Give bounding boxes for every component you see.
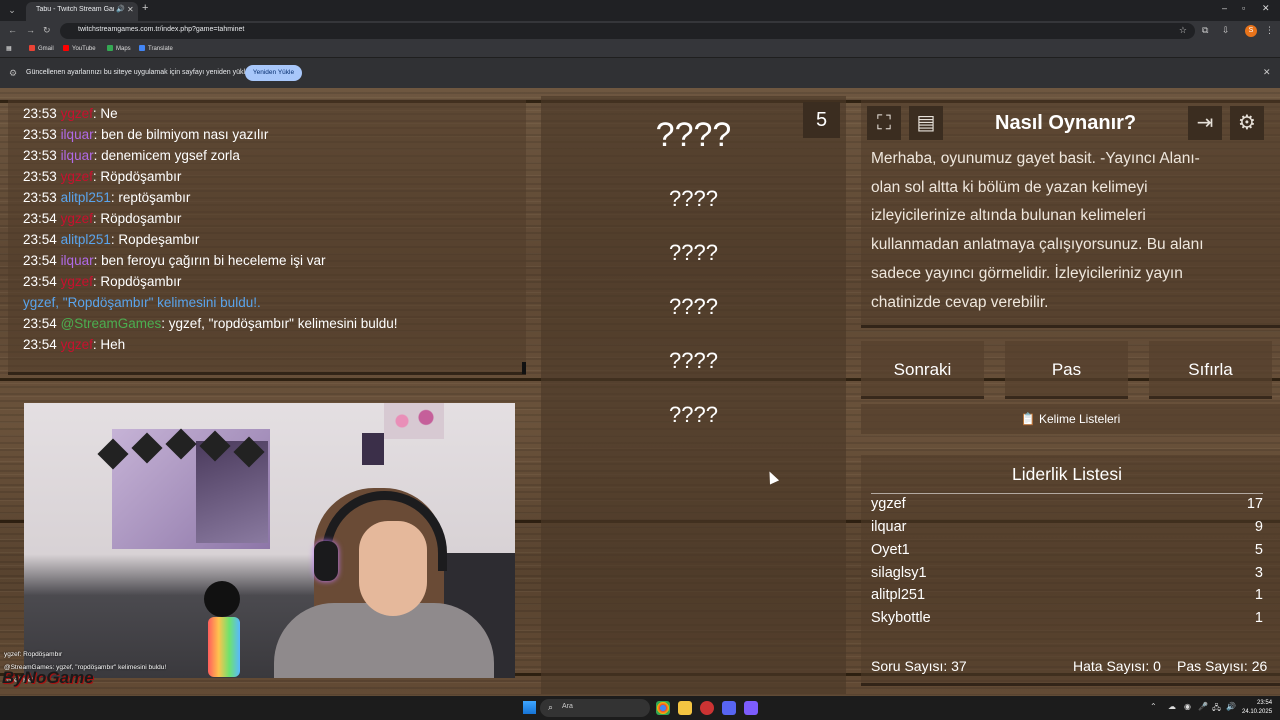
extensions-icon[interactable]: ⧉: [1202, 25, 1208, 36]
new-tab-icon[interactable]: +: [142, 2, 148, 14]
forbidden-word: ????: [669, 402, 718, 427]
menu-icon[interactable]: ⋮: [1265, 25, 1274, 36]
forbidden-word: ????: [669, 186, 718, 211]
chat-message: 23:53 ilquar: ben de bilmiyom nası yazıl…: [23, 127, 269, 142]
windows-start-icon[interactable]: [523, 701, 536, 714]
maximize-icon[interactable]: ▫: [1242, 3, 1245, 13]
watermark-logo: ByNoGame: [2, 668, 94, 687]
app-icon[interactable]: [700, 701, 714, 715]
chat-message: 23:53 ilquar: denemicem ygsef zorla: [23, 148, 240, 163]
headset-earcup: [314, 541, 338, 581]
profile-avatar[interactable]: S: [1245, 25, 1257, 37]
reload-icon[interactable]: ↻: [43, 25, 51, 36]
chat-word-found-notice: ygzef, "Ropdöşambır" kelimesini buldu!.: [23, 295, 261, 310]
search-placeholder: Ara: [562, 703, 573, 710]
notes-icon[interactable]: ▤: [909, 106, 943, 140]
search-icon: ⌕: [548, 702, 554, 712]
logout-icon[interactable]: ⇥: [1188, 106, 1222, 140]
how-to-play-text: Merhaba, oyunumuz gayet basit. -Yayıncı …: [871, 150, 1204, 311]
chat-message: 23:53 ygzef: Ne: [23, 106, 118, 121]
reload-page-button[interactable]: Yeniden Yükle: [245, 65, 302, 81]
chat-message: 23:54 ygzef: Röpdoşambır: [23, 211, 182, 226]
pass-button[interactable]: Pas: [1005, 341, 1128, 399]
wall-frame: [362, 433, 384, 465]
browser-tab[interactable]: Tabu - Twitch Stream Games 🔊 ✕: [26, 2, 138, 21]
bookmark-maps[interactable]: Maps: [107, 45, 131, 52]
address-toolbar: ← → ↻ twitchstreamgames.com.tr/index.php…: [0, 21, 1280, 41]
fullscreen-icon[interactable]: ⛶: [867, 106, 901, 140]
chat-scrollbar[interactable]: [522, 362, 526, 374]
chat-message: 23:54 ygzef: Ropdöşambır: [23, 274, 182, 289]
downloads-icon[interactable]: ⇩: [1222, 25, 1230, 36]
volume-icon[interactable]: 🔊: [1226, 702, 1236, 711]
browser-tab-bar: ⌄ Tabu - Twitch Stream Games 🔊 ✕ + – ▫ ✕: [0, 0, 1280, 21]
rgb-lamp: [208, 617, 240, 677]
reload-infobar: ⚙ Güncellenen ayarlarınızı bu siteye uyg…: [0, 58, 1280, 88]
chat-message: 23:54 ilquar: ben feroyu çağırın bi hece…: [23, 253, 326, 268]
forward-icon[interactable]: →: [26, 25, 35, 35]
reset-button[interactable]: Sıfırla: [1149, 341, 1272, 399]
back-icon[interactable]: ←: [8, 25, 17, 35]
forbidden-word: ????: [669, 240, 718, 265]
tray-chevron-icon[interactable]: ⌃: [1150, 702, 1157, 711]
taskbar-clock[interactable]: 23:54 24.10.2025: [1242, 699, 1272, 717]
clipboard-icon: 📋: [1020, 412, 1036, 426]
infobar-close-icon[interactable]: ✕: [1263, 67, 1271, 78]
settings-gear-icon[interactable]: ⚙: [1230, 106, 1264, 140]
tab-title: Tabu - Twitch Stream Games: [36, 6, 114, 13]
close-window-icon[interactable]: ✕: [1262, 3, 1270, 14]
forbidden-word: ????: [669, 294, 718, 319]
chat-message: 23:53 alitpl251: reptöşambır: [23, 190, 191, 205]
pass-count: Pas Sayısı: 26: [1177, 658, 1268, 674]
word-lists-button[interactable]: 📋 Kelime Listeleri: [861, 404, 1280, 434]
apps-icon[interactable]: ▦: [6, 45, 12, 52]
chat-message: 23:53 ygzef: Röpdöşambır: [23, 169, 182, 184]
bookmark-gmail[interactable]: Gmail: [29, 45, 54, 52]
omnibox[interactable]: twitchstreamgames.com.tr/index.php?game=…: [60, 23, 1195, 39]
chat-panel: 23:53 ygzef: Ne 23:53 ilquar: ben de bil…: [8, 100, 526, 375]
file-explorer-icon[interactable]: [678, 701, 692, 715]
settings-icon: ⚙: [9, 68, 18, 78]
main-word: ????: [655, 116, 732, 154]
question-count: Soru Sayısı: 37: [871, 658, 967, 674]
app-icon[interactable]: [722, 701, 736, 715]
leaderboard-title: Liderlik Listesi: [871, 464, 1263, 494]
tab-search-icon[interactable]: ⌄: [4, 3, 20, 17]
chat-message: 23:54 alitpl251: Ropdeşambır: [23, 232, 200, 247]
discord-icon[interactable]: [744, 701, 758, 715]
url-text[interactable]: twitchstreamgames.com.tr/index.php?game=…: [78, 26, 244, 33]
error-count: Hata Sayısı: 0: [1073, 658, 1161, 674]
chat-message: 23:54 @StreamGames: ygzef, "ropdöşambır"…: [23, 316, 398, 331]
webcam-feed: [24, 403, 515, 678]
clock-date: 24.10.2025: [1242, 709, 1273, 715]
overlay-chat-line: ygzef: Ropdöşambır: [4, 651, 63, 658]
cloud-icon[interactable]: ☁: [1168, 702, 1176, 711]
forbidden-word: ????: [669, 348, 718, 373]
bookmarks-bar: ▦ Gmail YouTube Maps Translate: [0, 41, 1280, 58]
infobar-message: Güncellenen ayarlarınızı bu siteye uygul…: [26, 69, 258, 76]
speaker: [204, 581, 240, 617]
bookmark-translate[interactable]: Translate: [139, 45, 173, 52]
clock-time: 23:54: [1257, 700, 1273, 706]
taskbar-search[interactable]: ⌕ Ara: [540, 699, 650, 717]
chrome-icon[interactable]: [656, 701, 670, 715]
network-icon[interactable]: 🖧: [1212, 702, 1221, 716]
audio-icon[interactable]: 🔊: [116, 5, 125, 13]
bookmark-star-icon[interactable]: ☆: [1179, 25, 1187, 36]
next-button[interactable]: Sonraki: [861, 341, 984, 399]
how-to-play-title: Nasıl Oynanır?: [995, 112, 1137, 134]
bookmark-youtube[interactable]: YouTube: [63, 45, 96, 52]
close-tab-icon[interactable]: ✕: [127, 5, 134, 14]
windows-taskbar: ⌕ Ara ⌃ ☁ ◉ 🎤 🖧 🔊 23:54 24.10.2025: [0, 696, 1280, 720]
chat-message: 23:54 ygzef: Heh: [23, 337, 126, 352]
tray-app-icon[interactable]: ◉: [1184, 702, 1191, 711]
game-page: 23:53 ygzef: Ne 23:53 ilquar: ben de bil…: [0, 88, 1280, 696]
flower-decoration: [384, 403, 444, 439]
microphone-icon[interactable]: 🎤: [1198, 702, 1208, 711]
minimize-icon[interactable]: –: [1222, 3, 1227, 13]
